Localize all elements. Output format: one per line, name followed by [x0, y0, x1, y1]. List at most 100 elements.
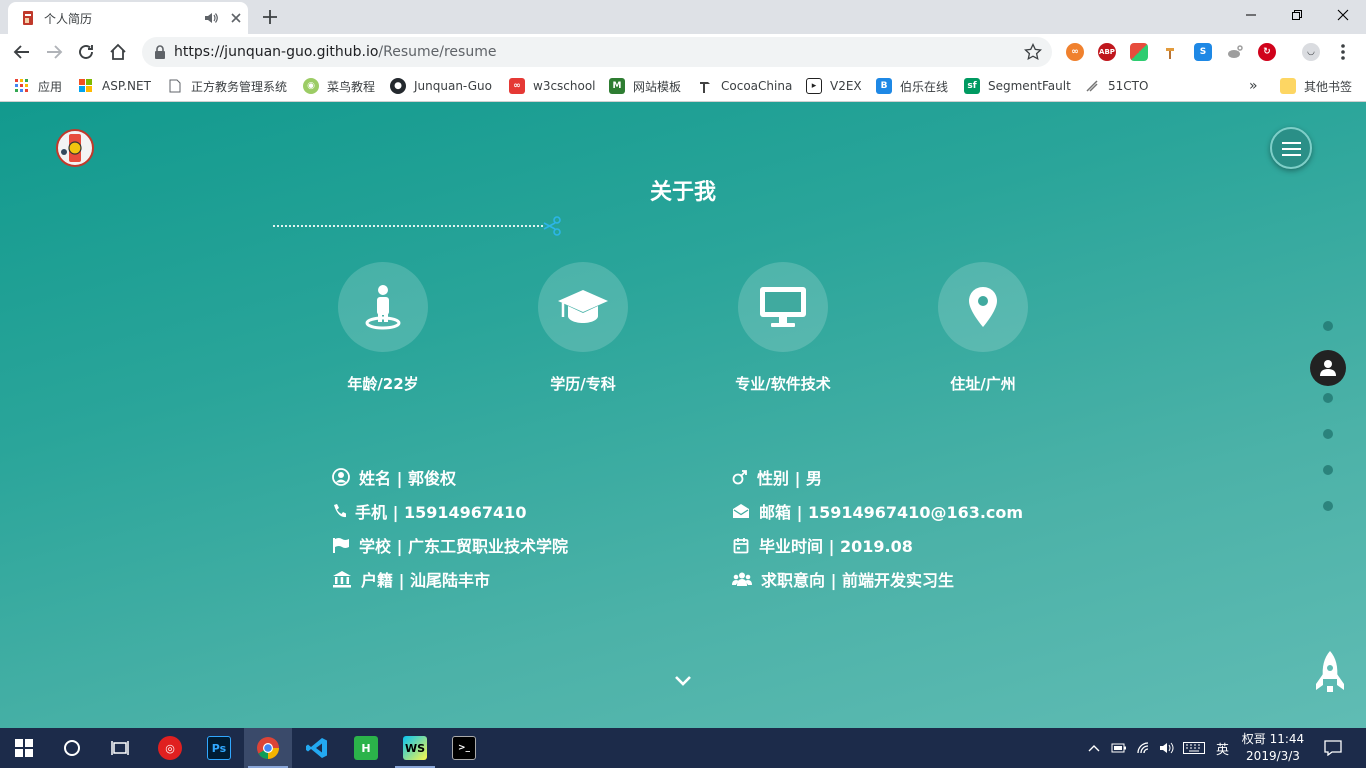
section-title: 关于我	[649, 180, 716, 205]
dotted-divider	[273, 225, 543, 227]
v2ex-icon: ▸	[806, 78, 822, 94]
bookmark-zhengfang[interactable]: 正方教务管理系统	[167, 76, 287, 96]
profile-avatar-icon[interactable]: ◡	[1302, 43, 1320, 61]
taskbar-terminal[interactable]: >_	[440, 728, 488, 768]
bookmark-apps[interactable]: 应用	[14, 76, 62, 96]
bookmark-aspnet[interactable]: ASP.NET	[78, 76, 151, 96]
flag-icon	[332, 536, 350, 554]
close-window-button[interactable]	[1320, 0, 1366, 30]
lock-icon	[155, 45, 165, 59]
system-clock[interactable]: 权哥 11:44 2019/3/3	[1238, 731, 1308, 765]
weibo-extension-icon[interactable]	[1226, 43, 1244, 61]
address-bar[interactable]: https://junquan-guo.github.io/Resume/res…	[142, 37, 1052, 67]
side-nav-home[interactable]	[1323, 321, 1333, 331]
bookmark-segmentfault[interactable]: sf SegmentFault	[964, 76, 1071, 96]
side-nav-works[interactable]	[1323, 465, 1333, 475]
envelope-icon	[732, 502, 750, 520]
vscode-icon	[306, 738, 327, 758]
new-tab-icon[interactable]	[260, 7, 280, 27]
tray-chevron-up-icon[interactable]	[1088, 739, 1100, 757]
side-nav-experience[interactable]	[1323, 429, 1333, 439]
colorful-extension-icon[interactable]	[1130, 43, 1148, 61]
forward-arrow-icon[interactable]	[44, 42, 64, 62]
adblock-plus-icon[interactable]: ABP	[1098, 43, 1116, 61]
page-content: 关于我 年龄/22岁 学历/专科 专业/软件技术 住址/广州 姓名 | 郭俊权 …	[0, 102, 1366, 728]
feature-education: 学历/专科	[518, 262, 648, 395]
bookmarks-bar: 应用 ASP.NET 正方教务管理系统 ◉ 菜鸟教程 ● Junquan-Guo…	[0, 70, 1366, 102]
taskbar-vscode[interactable]	[293, 728, 341, 768]
webstorm-icon: WS	[403, 736, 427, 760]
red-circle-extension-icon[interactable]: ↻	[1258, 43, 1276, 61]
s-extension-icon[interactable]: S	[1194, 43, 1212, 61]
bookmark-label: w3cschool	[533, 79, 596, 93]
url-host: https://junquan-guo.github.io	[174, 44, 379, 60]
ime-indicator[interactable]: 英	[1216, 739, 1229, 758]
bookmark-cocoachina[interactable]: CocoaChina	[697, 76, 792, 96]
info-text: 姓名 | 郭俊权	[359, 469, 456, 488]
side-nav-about-active[interactable]	[1310, 350, 1346, 386]
taskbar-hbuilder[interactable]: H	[342, 728, 390, 768]
taskbar-netease-music[interactable]: ◎	[146, 728, 194, 768]
infinity-extension-icon[interactable]: ∞	[1066, 43, 1084, 61]
hamburger-menu-button[interactable]	[1270, 127, 1312, 169]
clock-line-1: 权哥 11:44	[1241, 732, 1305, 746]
cortana-button[interactable]	[48, 728, 96, 768]
bookmark-star-icon[interactable]	[1024, 43, 1042, 61]
keyboard-icon[interactable]	[1183, 739, 1205, 757]
close-tab-icon[interactable]	[228, 10, 244, 26]
wifi-icon[interactable]	[1136, 739, 1152, 757]
user-icon	[1320, 360, 1336, 376]
chevron-down-icon[interactable]	[673, 674, 693, 688]
info-email: 邮箱 | 15914967410@163.com	[732, 499, 1023, 523]
info-gender: 性别 | 男	[732, 465, 822, 489]
male-icon	[732, 468, 748, 486]
start-button[interactable]	[0, 728, 48, 768]
minimize-button[interactable]	[1228, 0, 1274, 30]
site-logo-icon[interactable]	[55, 128, 95, 168]
audio-playing-icon[interactable]	[204, 11, 218, 25]
back-arrow-icon[interactable]	[12, 42, 32, 62]
side-nav-skills[interactable]	[1323, 393, 1333, 403]
tab-resume[interactable]: 个人简历	[8, 2, 248, 34]
battery-icon[interactable]	[1111, 739, 1127, 757]
home-icon[interactable]	[108, 42, 128, 62]
task-view-button[interactable]	[96, 728, 144, 768]
weibo-icon	[1228, 45, 1243, 58]
bookmark-label: 菜鸟教程	[327, 79, 376, 94]
bookmark-templates[interactable]: M 网站模板	[609, 76, 681, 96]
info-text: 学校 | 广东工贸职业技术学院	[359, 537, 568, 556]
rocket-back-to-top-icon[interactable]	[1313, 650, 1347, 696]
hammer-icon	[1166, 48, 1174, 59]
taskbar-webstorm[interactable]: WS	[391, 728, 439, 768]
feature-age: 年龄/22岁	[318, 262, 448, 395]
info-job-intent: 求职意向 | 前端开发实习生	[732, 567, 954, 591]
person-icon	[365, 285, 401, 330]
bookmarks-overflow-button[interactable]: »	[1249, 76, 1258, 96]
bookmark-bole[interactable]: B 伯乐在线	[876, 76, 948, 96]
taskbar-photoshop[interactable]: Ps	[195, 728, 243, 768]
taskbar-chrome[interactable]	[244, 728, 292, 768]
bole-icon: B	[876, 78, 892, 94]
bookmark-v2ex[interactable]: ▸ V2EX	[806, 76, 862, 96]
action-center-icon[interactable]	[1324, 739, 1342, 757]
restore-button[interactable]	[1274, 0, 1320, 30]
hbuilder-icon: H	[354, 736, 378, 760]
users-icon	[732, 570, 752, 588]
bookmark-label: ASP.NET	[102, 79, 151, 93]
feature-label: 住址/广州	[950, 375, 1016, 393]
reload-icon[interactable]	[76, 42, 96, 62]
overflow-label: »	[1249, 78, 1258, 94]
bookmark-github[interactable]: ● Junquan-Guo	[390, 76, 492, 96]
other-bookmarks-folder[interactable]: 其他书签	[1280, 76, 1352, 96]
hammer-extension-icon[interactable]	[1162, 43, 1180, 61]
url-text: https://junquan-guo.github.io/Resume/res…	[174, 44, 496, 60]
bookmark-w3cschool[interactable]: ∞ w3cschool	[509, 76, 596, 96]
side-nav-contact[interactable]	[1323, 501, 1333, 511]
chrome-menu-icon[interactable]	[1336, 42, 1350, 62]
bookmark-runoob[interactable]: ◉ 菜鸟教程	[303, 76, 375, 96]
bookmark-51cto[interactable]: 51CTO	[1084, 76, 1148, 96]
windows-taskbar: ◎ Ps H WS >_ 英 权哥 11:44 2019/3/3	[0, 728, 1366, 768]
volume-icon[interactable]	[1159, 739, 1175, 757]
photoshop-icon: Ps	[207, 736, 231, 760]
phone-icon	[332, 502, 346, 520]
